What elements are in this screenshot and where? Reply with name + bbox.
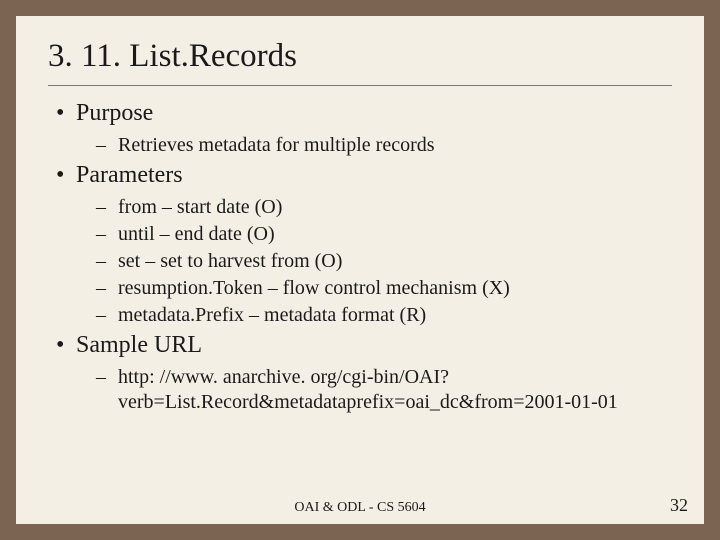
slide-title: 3. 11. List.Records xyxy=(48,38,672,75)
footer-center: OAI & ODL - CS 5604 xyxy=(16,500,704,516)
slide: 3. 11. List.Records Purpose Retrieves me… xyxy=(16,16,704,524)
footer: OAI & ODL - CS 5604 32 xyxy=(16,500,704,516)
divider xyxy=(48,85,672,86)
sub-bullet: metadata.Prefix – metadata format (R) xyxy=(48,303,672,328)
page-number: 32 xyxy=(670,495,688,516)
bullet-sample-url: Sample URL xyxy=(48,332,672,359)
sub-bullet: from – start date (O) xyxy=(48,195,672,220)
bullet-parameters: Parameters xyxy=(48,162,672,189)
sub-bullet: http: //www. anarchive. org/cgi-bin/OAI?… xyxy=(48,365,672,415)
bullet-purpose: Purpose xyxy=(48,100,672,127)
sub-bullet: until – end date (O) xyxy=(48,222,672,247)
sub-bullet: resumption.Token – flow control mechanis… xyxy=(48,276,672,301)
sub-bullet: set – set to harvest from (O) xyxy=(48,249,672,274)
sub-bullet: Retrieves metadata for multiple records xyxy=(48,133,672,158)
